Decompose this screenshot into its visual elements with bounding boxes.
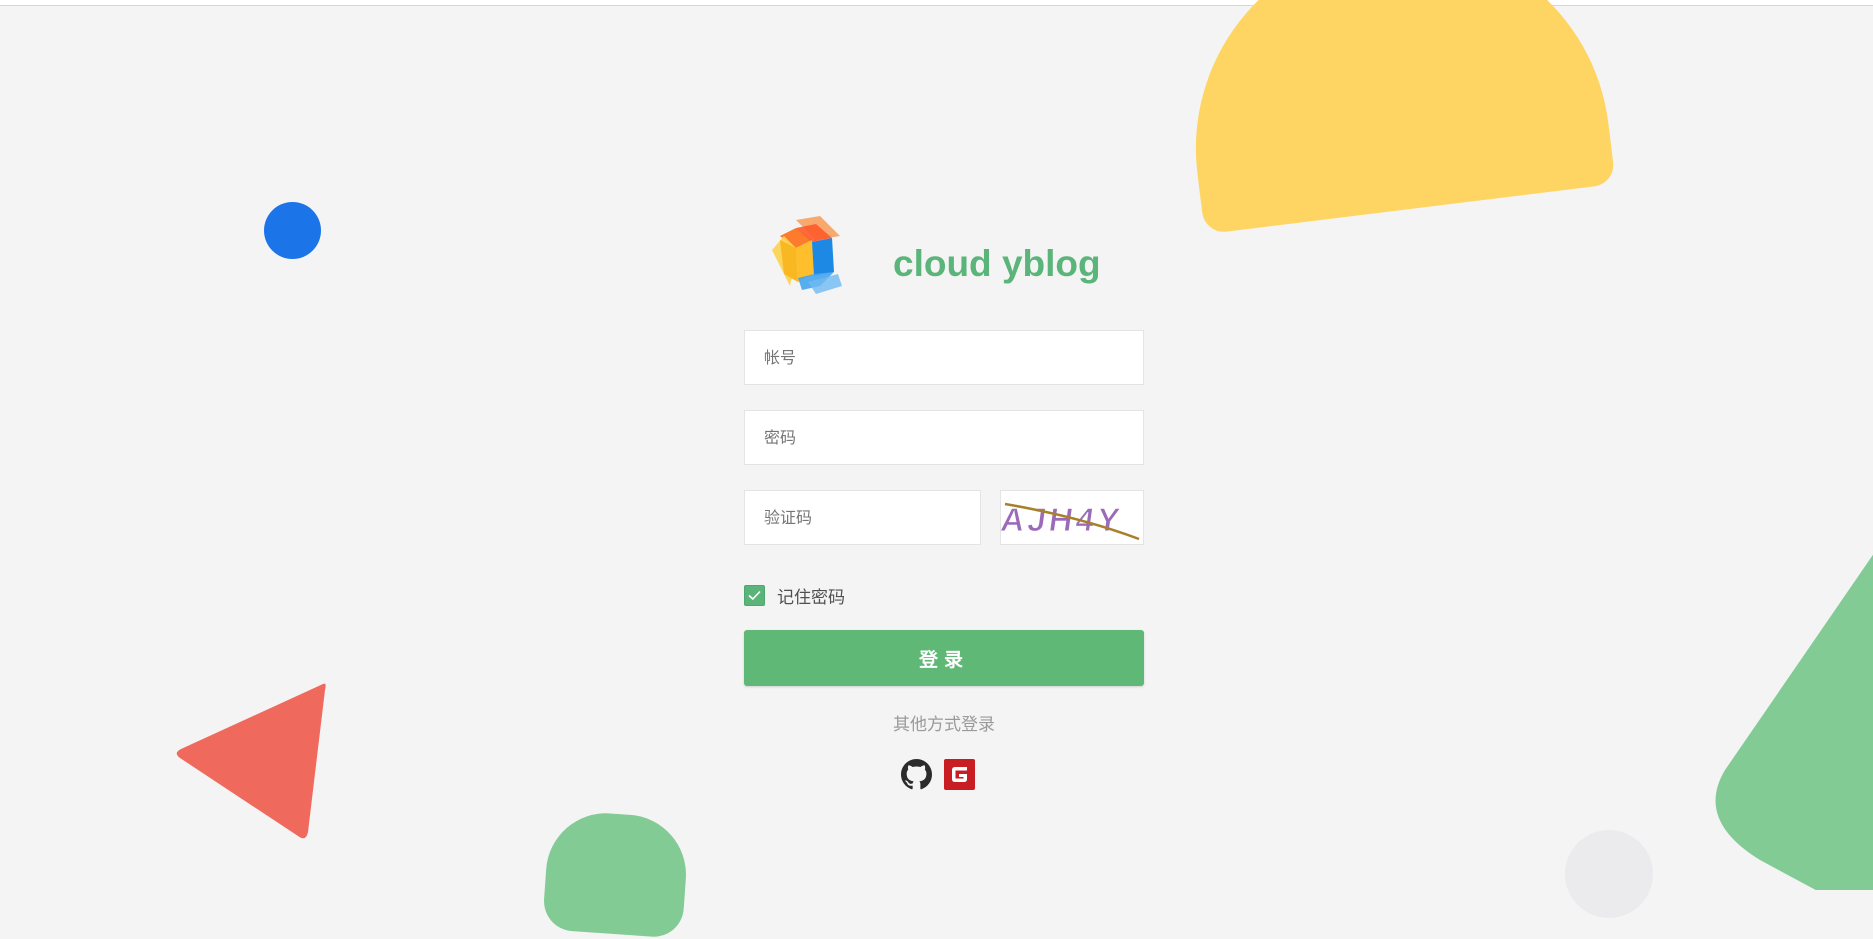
remember-label: 记住密码	[777, 587, 845, 608]
login-button[interactable]: 登录	[744, 630, 1144, 686]
decor-green-shape	[1715, 554, 1873, 890]
gitee-login-button[interactable]	[944, 759, 975, 790]
social-login-group	[901, 759, 975, 790]
decor-blue-circle	[264, 202, 321, 259]
account-input[interactable]	[744, 330, 1144, 385]
remember-checkbox[interactable]	[744, 584, 765, 606]
decor-green-blob	[541, 809, 691, 939]
cube-logo-icon	[772, 216, 842, 294]
decor-faint-circle	[1565, 830, 1653, 918]
captcha-image[interactable]: AJH4Y	[1000, 490, 1144, 545]
decor-yellow-semicircle	[1172, 0, 1616, 235]
decor-red-triangle	[176, 683, 326, 839]
github-icon	[901, 759, 932, 790]
brand-header: cloud yblog	[768, 216, 1128, 298]
brand-title: cloud yblog	[893, 243, 1101, 284]
browser-top-edge	[0, 0, 1873, 6]
check-icon	[748, 590, 761, 600]
password-input[interactable]	[744, 410, 1144, 465]
github-login-button[interactable]	[901, 759, 932, 790]
gitee-icon	[944, 759, 975, 790]
remember-password[interactable]: 记住密码	[744, 583, 845, 608]
other-login-label: 其他方式登录	[893, 715, 995, 735]
captcha-input[interactable]	[744, 490, 981, 545]
